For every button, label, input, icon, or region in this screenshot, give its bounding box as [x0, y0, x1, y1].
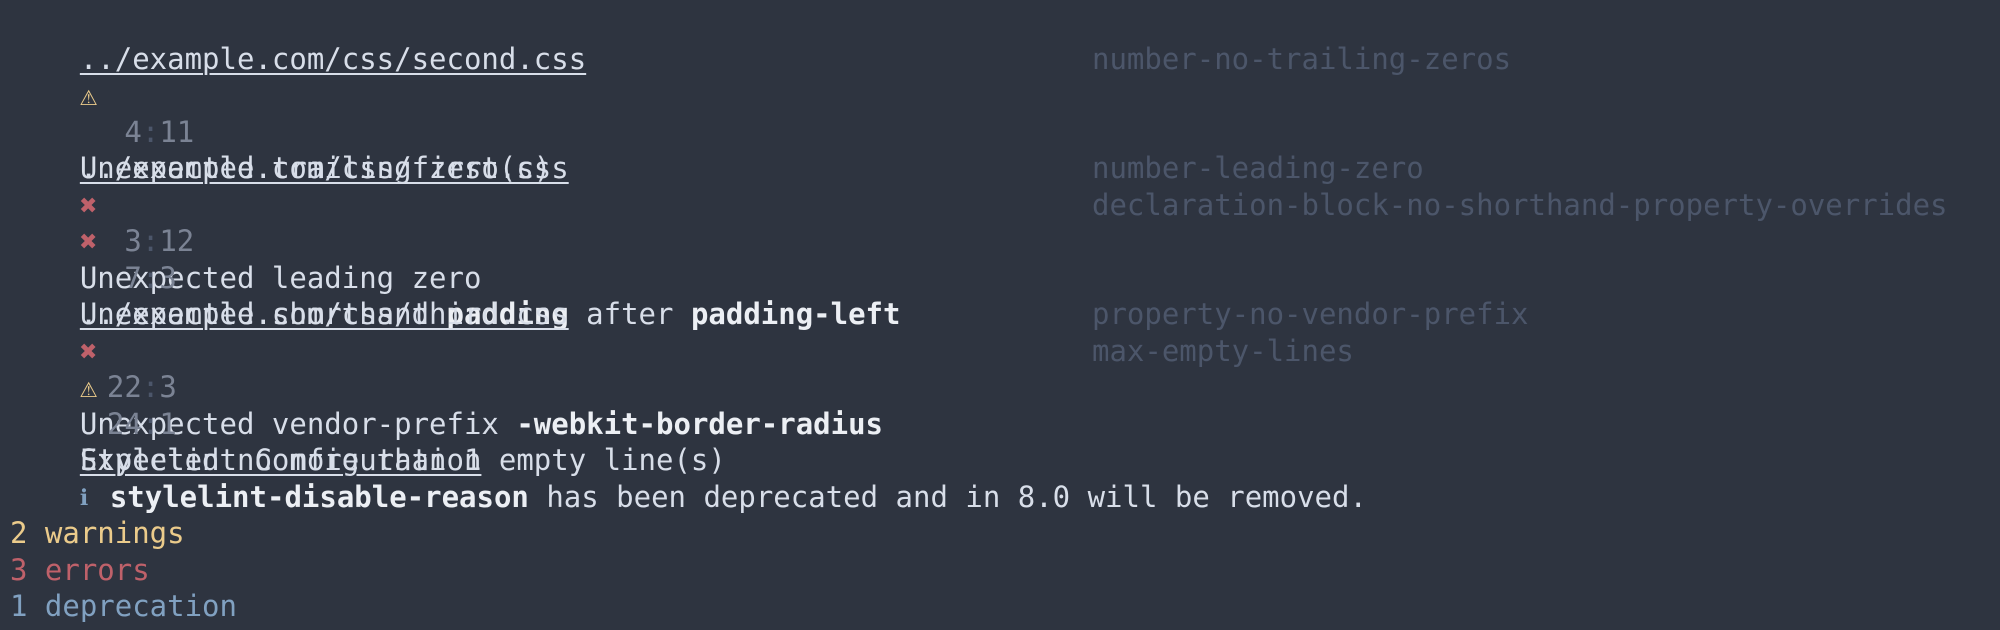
deprecation-message: has been deprecated and in 8.0 will be r… [528, 479, 1367, 514]
file-heading[interactable]: ../example.com/css/second.css [10, 4, 2000, 76]
column-number: 3 [159, 370, 177, 404]
lint-result-row: ✖ 22:3 Unexpected vendor-prefix -webkit-… [10, 296, 2000, 441]
config-heading: Stylelint Configuration [10, 406, 2000, 477]
deprecated-option: stylelint-disable-reason [109, 479, 529, 514]
lint-result-row: ✖ 7:3 Unexpected shorthand padding after… [10, 187, 2000, 332]
info-icon: ℹ [79, 485, 89, 511]
warning-icon: ⚠ [79, 78, 98, 112]
terminal-output: ../example.com/css/second.css ⚠ 4:11 Une… [0, 0, 2000, 630]
rule-name: declaration-block-no-shorthand-property-… [1092, 187, 1948, 222]
error-count: 3 errors [10, 552, 150, 587]
file-heading[interactable]: ../example.com/css/first.css [10, 114, 2000, 185]
rule-name: property-no-vendor-prefix [1092, 297, 1529, 331]
warning-count: 2 warnings [10, 516, 185, 550]
column-number: 12 [159, 224, 195, 258]
rule-name: max-empty-lines [1092, 333, 1354, 368]
deprecation-count: 1 deprecation [10, 589, 237, 623]
lint-result-row: ✖ 3:12 Unexpected leading zero number-le… [10, 150, 2000, 295]
lint-result-row: ⚠ 24:1 Expected no more than 1 empty lin… [10, 333, 2000, 478]
warning-icon: ⚠ [79, 370, 98, 404]
rule-name: number-leading-zero [1092, 151, 1424, 185]
rule-name: number-no-trailing-zeros [1092, 41, 1512, 76]
deprecation-row: ℹ stylelint-disable-reason has been depre… [10, 442, 2000, 514]
error-icon: ✖ [79, 224, 98, 258]
lint-result-row: ⚠ 4:11 Unexpected trailing zero(s) numbe… [10, 41, 2000, 186]
file-heading[interactable]: ../example.com/css/third.css [10, 260, 2000, 331]
